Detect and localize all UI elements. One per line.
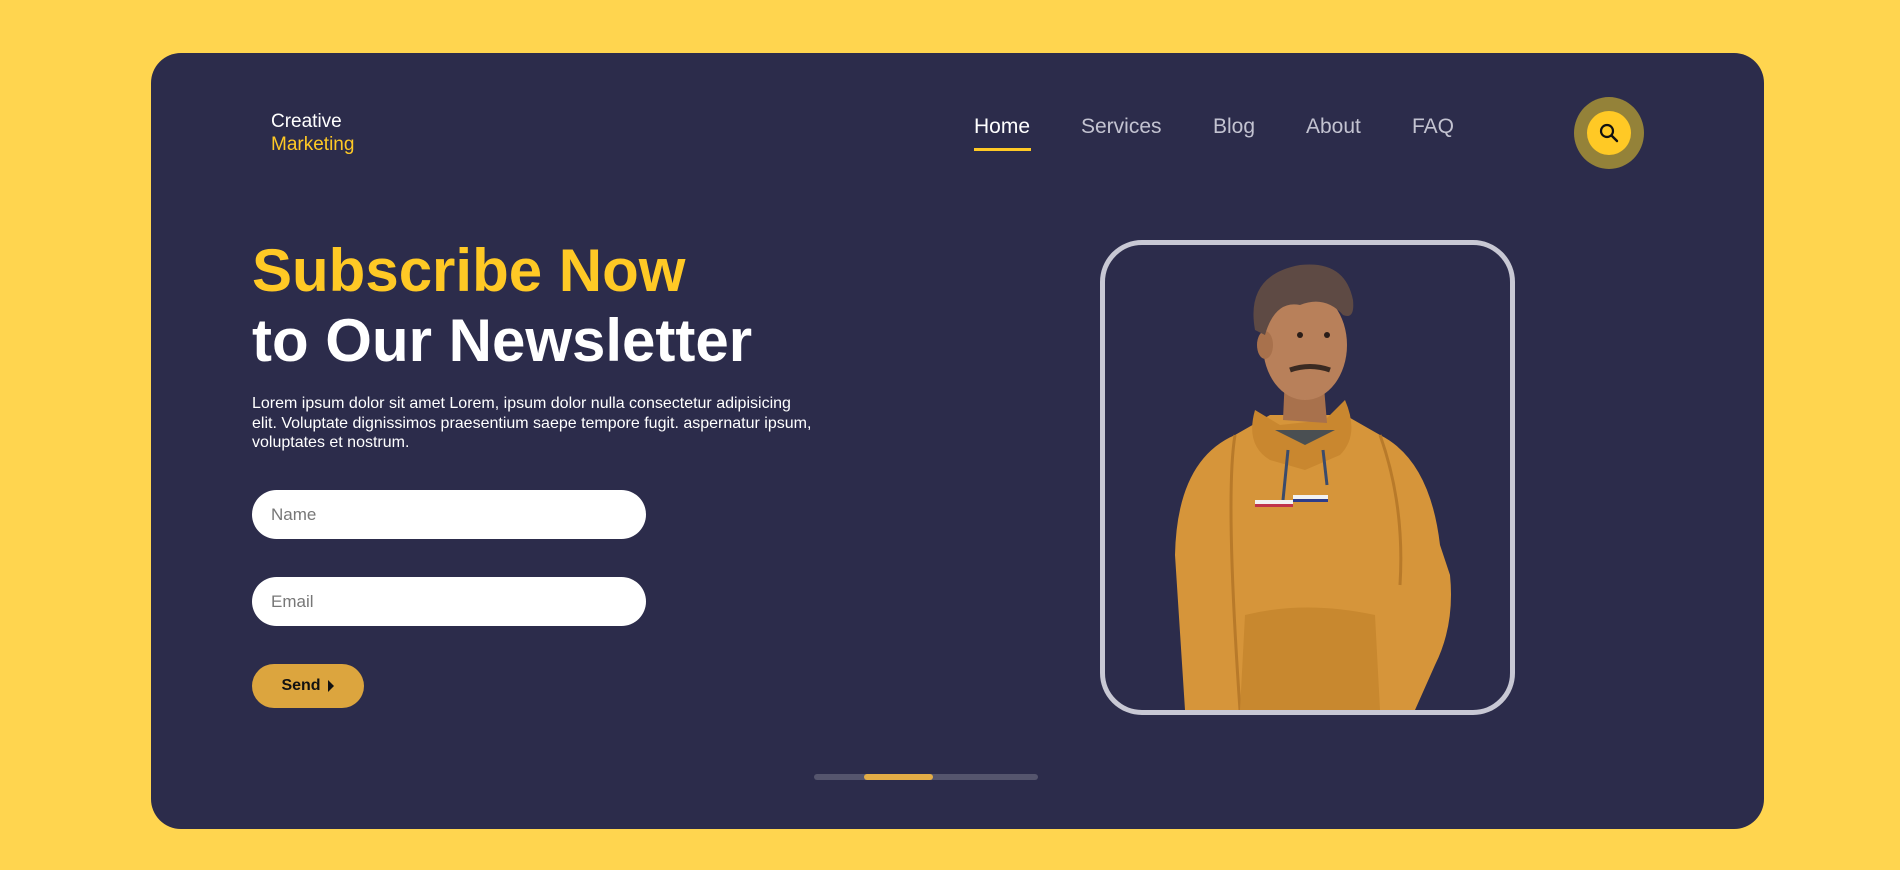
caret-right-icon bbox=[327, 680, 334, 692]
carousel-indicator-active[interactable] bbox=[864, 774, 933, 780]
nav-services[interactable]: Services bbox=[1081, 115, 1162, 139]
active-nav-underline bbox=[974, 148, 1031, 151]
send-label: Send bbox=[281, 677, 321, 694]
hero-title-line-1: Subscribe Now bbox=[252, 237, 686, 304]
logo[interactable]: Creative Marketing bbox=[271, 110, 354, 156]
nav-home[interactable]: Home bbox=[974, 115, 1030, 139]
search-button[interactable] bbox=[1574, 97, 1644, 169]
logo-line-2: Marketing bbox=[271, 134, 355, 155]
name-input[interactable] bbox=[252, 490, 646, 539]
send-button[interactable]: Send bbox=[252, 664, 364, 708]
nav-blog[interactable]: Blog bbox=[1213, 115, 1255, 139]
hero-title-line-2: to Our Newsletter bbox=[252, 307, 753, 374]
hero-description: Lorem ipsum dolor sit amet Lorem, ipsum … bbox=[252, 395, 812, 451]
carousel-indicator[interactable] bbox=[814, 774, 1038, 780]
nav-about[interactable]: About bbox=[1306, 115, 1361, 139]
person-photo bbox=[1175, 264, 1451, 710]
nav-faq[interactable]: FAQ bbox=[1412, 115, 1454, 139]
logo-line-1: Creative bbox=[271, 111, 342, 132]
search-icon bbox=[1599, 123, 1619, 143]
email-input[interactable] bbox=[252, 577, 646, 626]
hero-image-frame bbox=[1100, 240, 1515, 715]
